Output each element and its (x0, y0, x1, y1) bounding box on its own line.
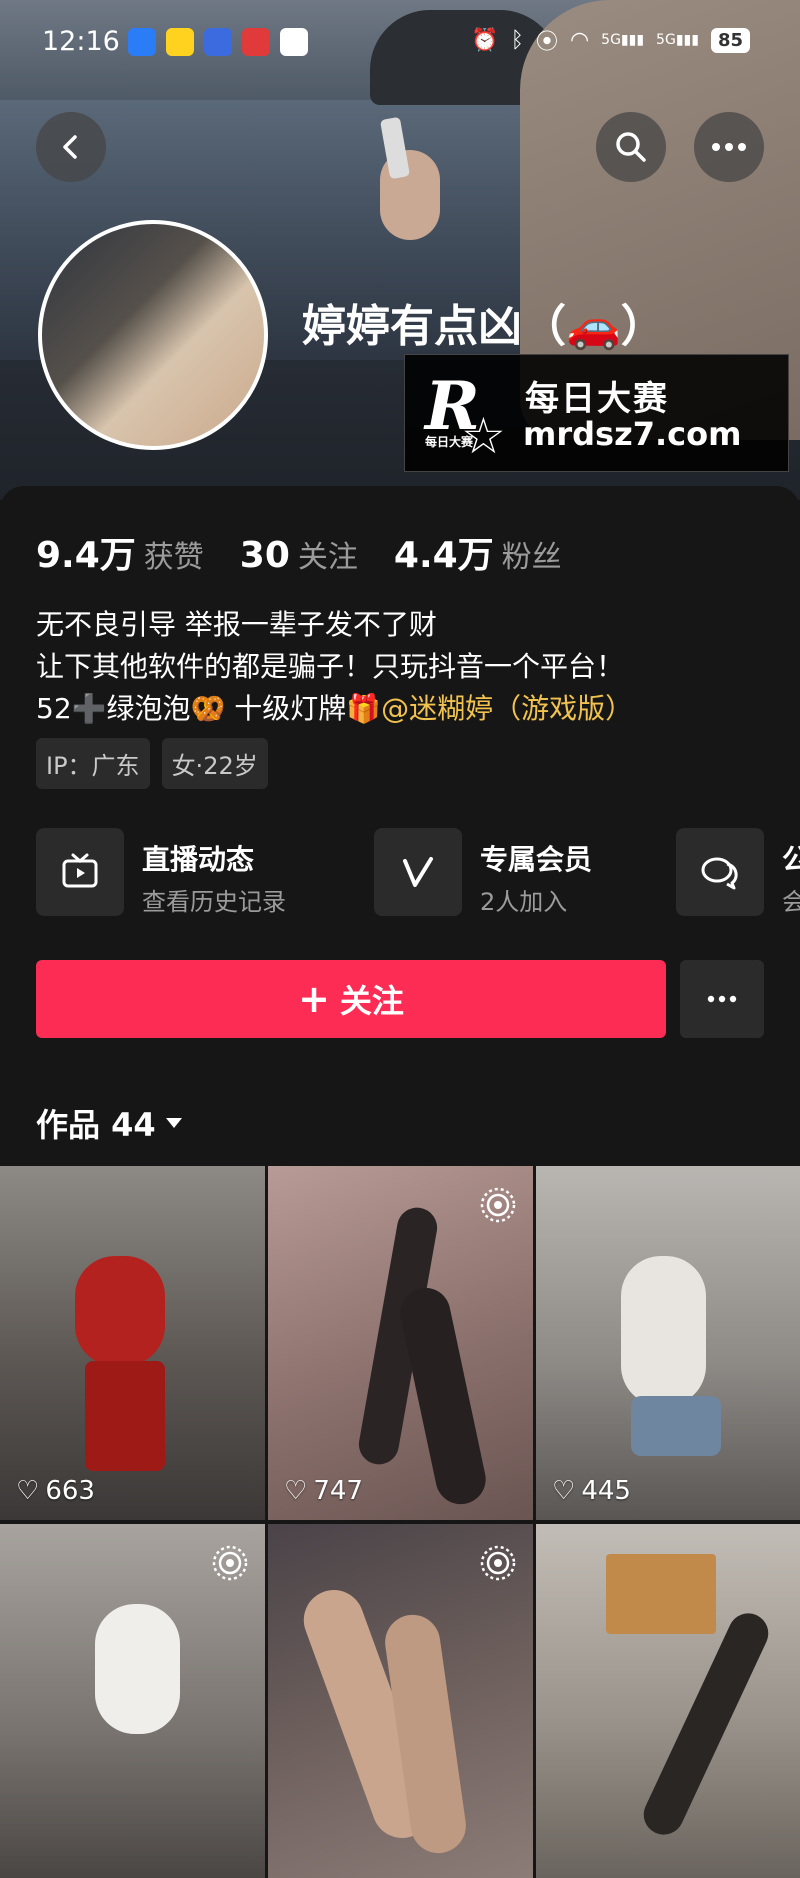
heart-icon: ♡ (16, 1476, 40, 1506)
feature-title: 公 (782, 843, 800, 876)
feature-subtitle: 会 (782, 888, 800, 916)
feature-membership[interactable]: 专属会员 2人加入 (374, 828, 664, 920)
heart-icon: ♡ (552, 1476, 576, 1506)
video-thumbnail[interactable]: ♡ 747 (268, 1166, 533, 1520)
tab-works[interactable]: 作品 44 (36, 1100, 184, 1146)
feature-row: 直播动态 查看历史记录 专属会员 2人加入 公 会 (36, 828, 800, 920)
thumbnail-figure (621, 1256, 706, 1406)
game-app-icon (204, 28, 232, 56)
feature-subtitle: 查看历史记录 (142, 888, 286, 916)
bio-line-2: 让下其他软件的都是骗子！只玩抖音一个平台！ (36, 650, 625, 683)
wifi-icon: ◠ (569, 27, 590, 53)
search-button[interactable] (596, 112, 666, 182)
alarm-icon: ⏰ (471, 27, 499, 53)
more-dots-icon (707, 995, 737, 1003)
thumbnail-figure (606, 1554, 716, 1634)
plus-icon: + (298, 977, 330, 1021)
gender-age-tag: 女·22岁 (161, 738, 268, 789)
chat-icon (676, 828, 764, 916)
thumbnail-figure (395, 1283, 491, 1509)
tv-icon (36, 828, 124, 916)
avatar[interactable] (38, 220, 268, 450)
battery-icon: 85 (710, 27, 750, 53)
more-button[interactable] (694, 112, 764, 182)
bluetooth-icon: ᛒ (510, 27, 524, 53)
watermark-url: mrdsz7.com (523, 415, 742, 453)
video-thumbnail[interactable]: ♡ 445 (536, 1166, 800, 1520)
profile-panel: 9.4万 获赞 30 关注 4.4万 粉丝 无不良引导 举报一辈子发不了财 让下其他软… (0, 486, 800, 1878)
chevron-left-icon (63, 135, 77, 159)
signal-icon-2: 5G▮▮▮ (656, 32, 699, 48)
likes-count: ♡ 663 (16, 1476, 95, 1506)
more-dots-icon (712, 143, 746, 151)
follow-button[interactable]: + 关注 (36, 960, 666, 1038)
live-icon (480, 1545, 516, 1581)
signal-icon: 5G▮▮▮ (601, 32, 645, 48)
stats-row: 9.4万 获赞 30 关注 4.4万 粉丝 (36, 526, 562, 578)
heart-icon: ♡ (284, 1476, 308, 1506)
caret-down-icon (165, 1118, 182, 1128)
follow-label: 关注 (339, 982, 404, 1020)
tags-row: IP：广东 女·22岁 (36, 738, 268, 789)
thumbnail-figure (95, 1604, 180, 1734)
feature-live-history[interactable]: 直播动态 查看历史记录 (36, 828, 336, 920)
phone-app-icon (128, 28, 156, 56)
cloud-app-icon (280, 28, 308, 56)
status-bar: 12:16 ⏰ ᛒ ⦿ ◠ 5G▮▮▮ 5G▮▮▮ 85 (0, 0, 800, 88)
notification-icons (128, 28, 308, 56)
live-icon (480, 1187, 516, 1223)
watermark-title: 每日大赛 (525, 379, 669, 419)
likes-count: ♡ 445 (552, 1476, 631, 1506)
bio: 无不良引导 举报一辈子发不了财 让下其他软件的都是骗子！只玩抖音一个平台！ 52… (36, 604, 633, 730)
live-icon (212, 1545, 248, 1581)
thumbnail-figure (75, 1256, 165, 1366)
location-icon: ⦿ (535, 30, 558, 55)
video-thumbnail[interactable]: ♡ 663 (0, 1166, 265, 1520)
stat-followers[interactable]: 4.4万 粉丝 (394, 526, 562, 578)
profile-nickname: 婷婷有点凶（🚗） (302, 301, 665, 352)
status-time: 12:16 (42, 26, 120, 57)
feature-title: 专属会员 (480, 843, 593, 876)
watermark-logo-sub: 每日大赛 (425, 435, 474, 449)
bio-mention-link[interactable]: @迷糊婷（游戏版） (381, 692, 633, 725)
follow-more-button[interactable] (680, 960, 764, 1038)
stat-following[interactable]: 30 关注 (240, 532, 358, 576)
thumbnail-figure (631, 1396, 721, 1456)
back-button[interactable] (36, 112, 106, 182)
video-grid: ♡ 663 ♡ 747 ♡ 445 (0, 1166, 800, 1878)
tab-works-label: 作品 44 (36, 1106, 156, 1144)
feature-group-chat[interactable]: 公 会 (676, 828, 800, 920)
feature-title: 直播动态 (142, 843, 255, 876)
bio-line-3: 52➕绿泡泡🥨 十级灯牌🎁@迷糊婷（游戏版） (36, 692, 634, 725)
thumbnail-figure (637, 1606, 775, 1842)
watermark: R ☆ 每日大赛 每日大赛 mrdsz7.com (404, 354, 789, 472)
stat-likes[interactable]: 9.4万 获赞 (36, 526, 204, 578)
video-thumbnail[interactable] (536, 1524, 800, 1878)
v-icon (374, 828, 462, 916)
likes-count: ♡ 747 (284, 1476, 363, 1506)
video-thumbnail[interactable] (268, 1524, 533, 1878)
video-thumbnail[interactable] (0, 1524, 265, 1878)
feature-subtitle: 2人加入 (480, 888, 568, 916)
ip-tag: IP：广东 (36, 738, 150, 789)
search-icon (616, 132, 646, 162)
bank-app-icon (242, 28, 270, 56)
system-icons: ⏰ ᛒ ⦿ ◠ 5G▮▮▮ 5G▮▮▮ 85 (471, 24, 750, 56)
meituan-app-icon (166, 28, 194, 56)
thumbnail-figure (85, 1361, 165, 1471)
bio-line-1: 无不良引导 举报一辈子发不了财 (36, 608, 437, 641)
